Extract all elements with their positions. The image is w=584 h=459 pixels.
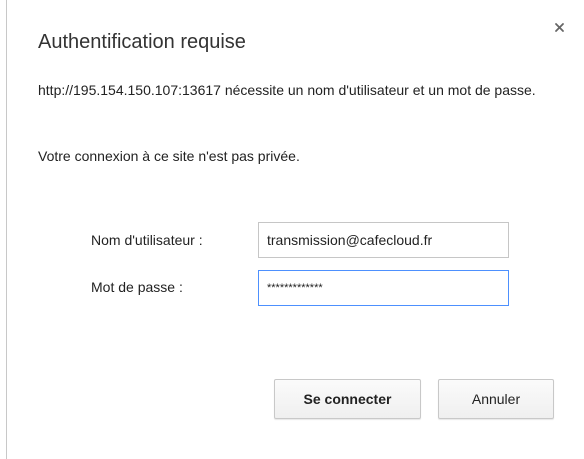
auth-dialog: Authentification requise http://195.154.… — [0, 0, 584, 459]
privacy-note: Votre connexion à ce site n'est pas priv… — [38, 148, 300, 164]
auth-message: http://195.154.150.107:13617 nécessite u… — [38, 82, 536, 98]
cancel-button[interactable]: Annuler — [438, 379, 554, 419]
dialog-left-border — [6, 0, 7, 459]
close-icon[interactable] — [550, 18, 570, 38]
password-field[interactable] — [258, 270, 509, 306]
password-label: Mot de passe : — [91, 279, 183, 295]
dialog-title: Authentification requise — [38, 31, 246, 53]
username-label: Nom d'utilisateur : — [91, 232, 203, 248]
connect-button[interactable]: Se connecter — [274, 379, 421, 419]
username-field[interactable] — [258, 222, 509, 258]
